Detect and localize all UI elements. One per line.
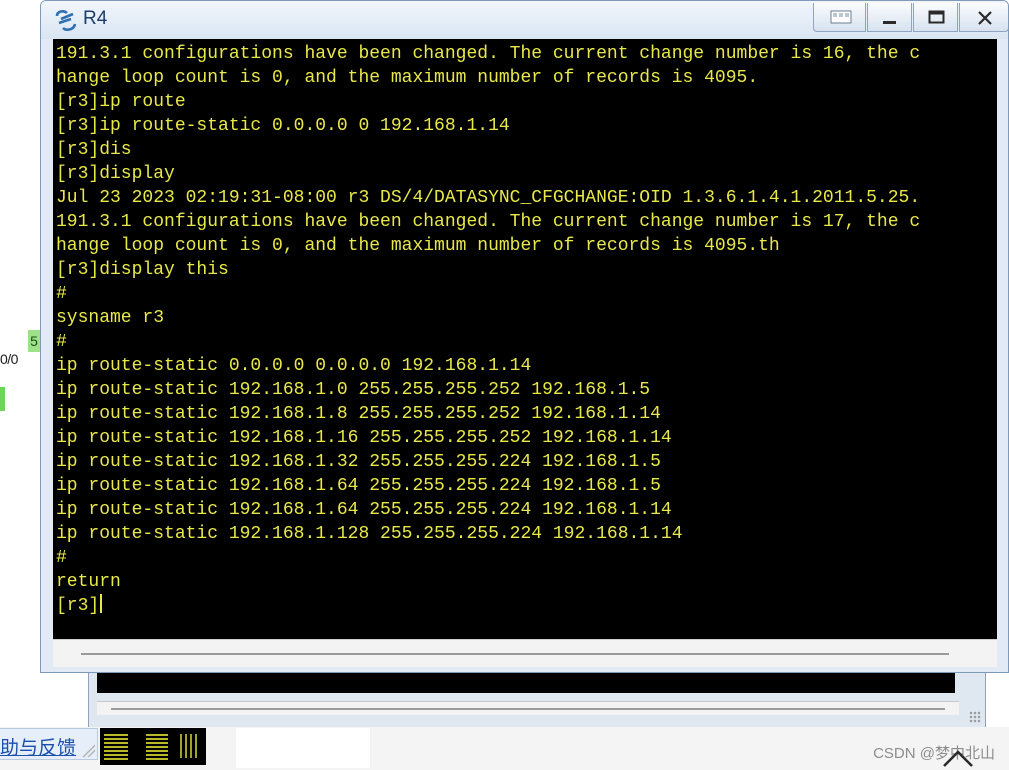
terminal-line: [r3]ip route [56,90,920,114]
close-icon [978,11,992,25]
thumbnail-text-block [146,732,168,760]
horizontal-scrollbar[interactable] [53,639,997,667]
restore-button[interactable] [813,3,866,32]
terminal-line-text: 191.3.1 configurations have been changed… [56,212,921,232]
terminal-line: sysname r3 [56,306,920,330]
terminal-line: ip route-static 192.168.1.0 255.255.255.… [56,378,920,402]
terminal-line-text: # [56,548,67,568]
terminal-line-text: ip route-static 192.168.1.32 255.255.255… [56,452,661,472]
terminal-line-text: # [56,332,67,352]
link-status-bar [0,387,5,411]
scroll-track [81,653,949,655]
terminal-line-text: Jul 23 2023 02:19:31-08:00 r3 DS/4/DATAS… [56,188,921,208]
chevron-up-icon[interactable] [940,744,976,770]
terminal-line-text: 191.3.1 configurations have been changed… [56,44,921,64]
terminal-line-text: hange loop count is 0, and the maximum n… [56,236,780,256]
terminal-output[interactable]: 191.3.1 configurations have been changed… [53,39,997,639]
terminal-line-text: ip route-static 192.168.1.0 255.255.255.… [56,380,651,400]
restore-icon [830,10,852,24]
terminal-line: ip route-static 192.168.1.8 255.255.255.… [56,402,920,426]
terminal-line-text: [r3]dis [56,140,132,160]
terminal-line: ip route-static 192.168.1.16 255.255.255… [56,426,920,450]
terminal-line: ip route-static 192.168.1.64 255.255.255… [56,474,920,498]
window-title: R4 [83,8,108,29]
terminal-line: 191.3.1 configurations have been changed… [56,210,920,234]
terminal-line-text: sysname r3 [56,308,165,328]
terminal-line-text: ip route-static 192.168.1.8 255.255.255.… [56,404,661,424]
terminal-line: [r3] [56,594,920,618]
terminal-line-text: [r3]display [56,164,175,184]
console-window: R4 191.3.1 configurations have been chan… [40,0,1009,673]
terminal-thumbnail[interactable] [100,728,206,765]
text-cursor [100,594,103,613]
thumbnail-text-block [104,732,128,760]
terminal-line: # [56,546,920,570]
terminal-line-text: # [56,284,67,304]
help-feedback-label: 助与反馈 [0,738,77,759]
resize-corner-icon [81,743,95,757]
thumbnail-text-block [180,734,200,758]
terminal-lines: 191.3.1 configurations have been changed… [56,42,920,618]
interface-badge: 5 [28,330,40,352]
terminal-line-text: return [56,572,121,592]
terminal-line: [r3]display this [56,258,920,282]
router-app-icon [55,10,77,31]
terminal-line: [r3]ip route-static 0.0.0.0 0 192.168.1.… [56,114,920,138]
terminal-line: ip route-static 192.168.1.64 255.255.255… [56,498,920,522]
terminal-line-text: ip route-static 192.168.1.16 255.255.255… [56,428,672,448]
maximize-icon [928,10,945,24]
terminal-line-text: ip route-static 0.0.0.0 0.0.0.0 192.168.… [56,356,532,376]
interface-label: 0/0 [0,351,18,367]
close-button[interactable] [959,3,1008,32]
background-scroll-track [111,708,945,710]
terminal-line: 191.3.1 configurations have been changed… [56,42,920,66]
help-feedback-button[interactable]: 助与反馈 [0,728,98,760]
terminal-line-text: [r3]ip route-static 0.0.0.0 0 192.168.1.… [56,116,510,136]
maximize-button[interactable] [913,3,958,32]
terminal-line: hange loop count is 0, and the maximum n… [56,66,920,90]
terminal-line-text: [r3]display this [56,260,229,280]
background-horizontal-scrollbar[interactable] [97,701,959,715]
blank-panel [236,728,370,768]
terminal-line: return [56,570,920,594]
terminal-line: [r3]display [56,162,920,186]
terminal-line: # [56,330,920,354]
terminal-line-text: ip route-static 192.168.1.64 255.255.255… [56,500,672,520]
resize-grip-icon[interactable] [969,711,981,723]
terminal-line-text: [r3] [56,596,100,616]
terminal-line-text: hange loop count is 0, and the maximum n… [56,68,759,88]
terminal-line: Jul 23 2023 02:19:31-08:00 r3 DS/4/DATAS… [56,186,920,210]
terminal-line: ip route-static 192.168.1.32 255.255.255… [56,450,920,474]
terminal-line-text: ip route-static 192.168.1.128 255.255.25… [56,524,683,544]
terminal-line: [r3]dis [56,138,920,162]
terminal-line: hange loop count is 0, and the maximum n… [56,234,920,258]
terminal-line-text: ip route-static 192.168.1.64 255.255.255… [56,476,661,496]
title-bar[interactable]: R4 [41,1,1008,39]
minimize-button[interactable] [867,3,912,32]
csdn-watermark: CSDN @梦中北山 [873,745,995,762]
terminal-line: # [56,282,920,306]
terminal-line-text: [r3]ip route [56,92,186,112]
minimize-icon [883,21,896,24]
terminal-line: ip route-static 192.168.1.128 255.255.25… [56,522,920,546]
terminal-line: ip route-static 0.0.0.0 0.0.0.0 192.168.… [56,354,920,378]
desktop: 5 0/0 助与反馈 CSDN @梦中北山 R4 191.3.1 configu… [0,0,1009,770]
